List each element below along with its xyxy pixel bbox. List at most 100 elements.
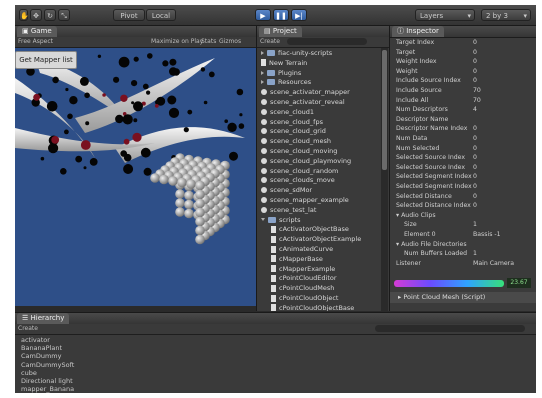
inspector-field[interactable]: Size 1 [390,221,536,230]
project-item[interactable]: Plugins [257,69,301,78]
project-item[interactable]: scene_activator_mapper [257,88,350,97]
maximize-on-play-toggle[interactable]: Maximize on Play [151,37,203,47]
project-item[interactable]: scene_cloud_playmoving [257,157,351,166]
project-item[interactable]: scene_cloud_grid [257,127,326,136]
project-item[interactable]: cPointCloudObject [257,294,338,303]
move-tool-icon[interactable]: ✥ [30,9,42,21]
inspector-field[interactable]: Target 0 [390,49,536,58]
project-item[interactable]: cPointCloudEditor [257,274,337,283]
inspector-field[interactable]: Include Source Index 0 [390,77,536,86]
inspector-field[interactable]: Descriptor Name [390,116,536,125]
field-value[interactable]: 0 [473,202,477,211]
project-item[interactable]: scene_cloud_moving [257,147,337,156]
field-value[interactable]: 0 [473,125,477,134]
inspector-field[interactable]: ▾ Audio File Directories [390,241,536,250]
inspector-field[interactable]: Target Index 0 [390,39,536,48]
field-value[interactable]: 0 [473,39,477,48]
rotate-tool-icon[interactable]: ↻ [44,9,56,21]
project-item[interactable]: scripts [257,216,301,225]
inspector-field[interactable]: Listener Main Camera [390,260,536,269]
game-view[interactable]: Get Mapper list [15,48,256,306]
inspector-field[interactable]: Num Selected 0 [390,145,536,154]
scale-tool-icon[interactable]: ⤡ [58,9,70,21]
project-item[interactable]: cMapperBase [257,255,323,264]
collapsed-arrow-icon[interactable] [261,51,264,55]
inspector-field[interactable]: Weight Index 0 [390,58,536,67]
project-item[interactable]: scene_cloud1 [257,108,314,117]
field-value[interactable]: 1 [473,250,477,259]
layers-dropdown[interactable]: Layers ▾ [415,9,475,21]
inspector-field[interactable]: Descriptor Name Index 0 [390,125,536,134]
inspector-field[interactable]: Include All 70 [390,97,536,106]
inspector-field[interactable]: Selected Segment Index 0 [390,183,536,192]
field-value[interactable]: Main Camera [473,260,514,269]
scrollbar-thumb[interactable] [382,50,387,170]
field-value[interactable]: 0 [473,145,477,154]
pivot-toggle[interactable]: Pivot [113,9,145,21]
field-value[interactable]: Bassis -1 [473,231,501,240]
collapsed-arrow-icon[interactable] [261,70,264,75]
inspector-field[interactable]: Include Source 70 [390,87,536,96]
inspector-field[interactable]: Selected Distance Index 0 [390,202,536,211]
project-item[interactable]: scene_cloud_mesh [257,137,331,146]
hierarchy-search-input[interactable] [375,325,525,332]
inspector-field[interactable]: Num Descriptors 4 [390,106,536,115]
inspector-field[interactable]: Selected Source Index 0 [390,154,536,163]
hierarchy-item[interactable]: mapper_Banana [21,385,74,393]
field-value[interactable]: 0 [473,58,477,67]
color-gradient-slider[interactable] [394,280,504,287]
field-value[interactable]: 0 [473,49,477,58]
hierarchy-create-dropdown[interactable]: Create [18,324,38,334]
project-item[interactable]: scene_clouds_move [257,176,335,185]
project-item[interactable]: scene_test_lat [257,206,316,215]
field-value[interactable]: 4 [473,106,477,115]
field-value[interactable]: 1 [473,221,477,230]
pause-button-icon[interactable]: ❚❚ [273,9,289,21]
inspector-field[interactable]: Num Data 0 [390,135,536,144]
project-item[interactable]: scene_activator_reveal [257,98,345,107]
stats-toggle[interactable]: Stats [201,37,216,47]
project-item[interactable]: scene_sdMor [257,186,312,195]
field-value[interactable]: 0 [473,173,477,182]
project-search-input[interactable] [287,38,367,45]
tab-project[interactable]: ▤ Project [259,26,302,37]
inspector-field[interactable]: ▾ Audio Clips [390,212,536,221]
project-item[interactable]: cMapperExample [257,265,335,274]
project-item[interactable]: New Terrain [257,59,307,68]
field-value[interactable]: 0 [473,183,477,192]
inspector-field[interactable]: Weight 0 [390,68,536,77]
field-value[interactable]: 0 [473,135,477,144]
tab-game[interactable]: ▣ Game [17,26,57,37]
project-item[interactable]: cAnimatedCurve [257,245,333,254]
field-value[interactable]: 70 [473,97,481,106]
field-value[interactable]: 0 [473,193,477,202]
project-item[interactable]: scene_mapper_example [257,196,349,205]
field-value[interactable]: 0 [473,77,477,86]
local-toggle[interactable]: Local [146,9,176,21]
project-item[interactable]: cPointCloudObjectBase [257,304,354,311]
project-item[interactable]: cActivatorObjectBase [257,225,349,234]
project-item[interactable]: fiac-unity-scripts [257,49,332,58]
expanded-arrow-icon[interactable] [261,218,265,222]
field-value[interactable]: 70 [473,87,481,96]
field-value[interactable]: 0 [473,154,477,163]
tab-inspector[interactable]: ⓘ Inspector [392,26,444,37]
project-item[interactable]: scene_cloud_fps [257,118,323,127]
inspector-field[interactable]: Num Buffers Loaded 1 [390,250,536,259]
project-item[interactable]: scene_cloud_random [257,167,338,176]
field-value[interactable]: 0 [473,164,477,173]
step-button-icon[interactable]: ▶| [291,9,307,21]
gizmos-dropdown[interactable]: Gizmos [219,37,241,47]
project-scrollbar[interactable] [381,48,388,311]
slider-value-field[interactable]: 23.67 [507,278,531,288]
project-item[interactable]: Resources [257,78,311,87]
play-button-icon[interactable]: ▶ [255,9,271,21]
inspector-field[interactable]: Selected Source Index 0 [390,164,536,173]
aspect-dropdown[interactable]: Free Aspect [18,37,53,47]
inspector-field[interactable]: Selected Segment Index 0 [390,173,536,182]
field-value[interactable]: 0 [473,68,477,77]
layout-dropdown[interactable]: 2 by 3 ▾ [481,9,531,21]
hand-tool-icon[interactable]: ✋ [19,9,29,21]
inspector-field[interactable]: Selected Distance 0 [390,193,536,202]
tab-hierarchy[interactable]: ☰ Hierarchy [17,313,70,324]
